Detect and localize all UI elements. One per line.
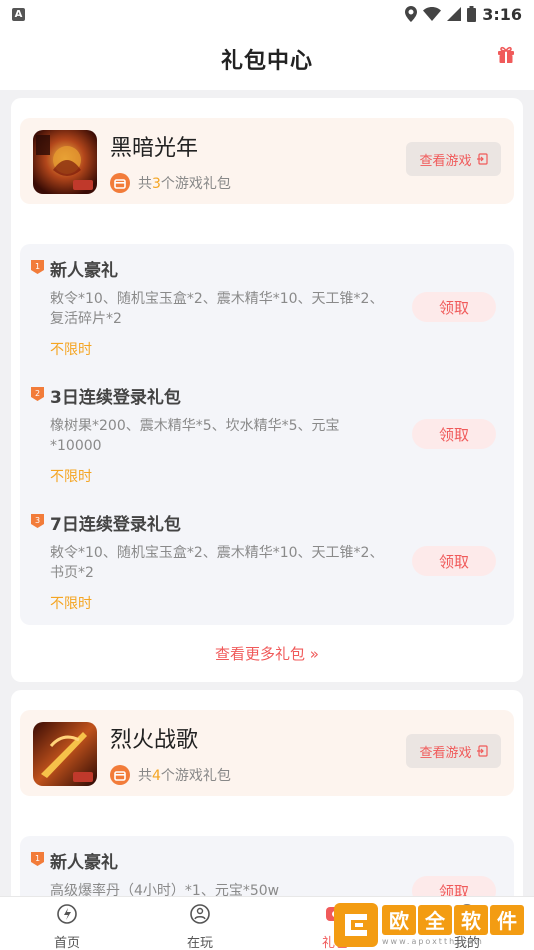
gift-count: 共3个游戏礼包 (110, 173, 231, 193)
gift-contents: 敕令*10、随机宝玉盒*2、震木精华*10、天工锥*2、书页*2 (50, 545, 384, 581)
page-header: 礼包中心 (0, 28, 534, 90)
battery-icon (467, 6, 477, 22)
gift-contents: 敕令*10、随机宝玉盒*2、震木精华*10、天工锥*2、复活碎片*2 (50, 291, 384, 327)
gift-bag-icon (110, 173, 130, 193)
game-icon[interactable] (33, 130, 97, 194)
gift-bag-icon (110, 765, 130, 785)
claim-button[interactable]: 领取 (412, 546, 496, 576)
claim-button[interactable]: 领取 (412, 876, 496, 896)
view-game-button[interactable]: 查看游戏 (406, 734, 501, 768)
gift-item: 3 7日连续登录礼包 敕令*10、随机宝玉盒*2、震木精华*10、天工锥*2、书… (20, 498, 514, 625)
tab-home[interactable]: 首页 (32, 903, 102, 950)
svg-text:1: 1 (35, 262, 40, 271)
gift-list: 1 新人豪礼 高级爆率丹（4小时）*1、元宝*50w 领取 (20, 836, 514, 896)
play-icon (190, 904, 210, 924)
svg-text:1: 1 (35, 854, 40, 863)
notification-icon: A (12, 7, 25, 21)
gift-count: 共4个游戏礼包 (110, 765, 231, 785)
svg-text:2: 2 (35, 389, 40, 398)
tab-playing[interactable]: 在玩 (165, 903, 235, 950)
gift-item: 2 3日连续登录礼包 橡树果*200、震木精华*5、坎水精华*5、元宝*1000… (20, 371, 514, 498)
game-name[interactable]: 黑暗光年 (110, 130, 198, 162)
watermark: 欧 全 软 件 www.apoxtth.com (334, 900, 534, 950)
enter-icon (476, 153, 488, 165)
clock: 3:16 (482, 4, 522, 24)
gift-list: 1 新人豪礼 敕令*10、随机宝玉盒*2、震木精华*10、天工锥*2、复活碎片*… (20, 244, 514, 625)
gift-validity: 不限时 (50, 596, 92, 612)
gift-name: 新人豪礼 (50, 261, 118, 281)
game-name[interactable]: 烈火战歌 (110, 722, 198, 754)
more-gifts-link[interactable]: 查看更多礼包 » (11, 643, 523, 664)
rank-badge-icon: 1 (31, 852, 44, 866)
claim-button[interactable]: 领取 (412, 419, 496, 449)
home-icon (57, 904, 77, 924)
gift-item: 1 新人豪礼 敕令*10、随机宝玉盒*2、震木精华*10、天工锥*2、复活碎片*… (20, 244, 514, 371)
rank-badge-icon: 2 (31, 387, 44, 401)
gift-name: 7日连续登录礼包 (50, 515, 181, 535)
view-game-button[interactable]: 查看游戏 (406, 142, 501, 176)
page-title: 礼包中心 (220, 49, 313, 74)
signal-icon (447, 7, 462, 21)
gift-name: 3日连续登录礼包 (50, 388, 181, 408)
game-header: 黑暗光年 共3个游戏礼包 查看游戏 (20, 118, 514, 204)
gift-center-list[interactable]: 黑暗光年 共3个游戏礼包 查看游戏 1 新人豪礼 敕令*10、随机宝玉盒*2、震… (0, 90, 534, 896)
game-icon[interactable] (33, 722, 97, 786)
svg-text:3: 3 (35, 516, 40, 525)
game-card: 黑暗光年 共3个游戏礼包 查看游戏 1 新人豪礼 敕令*10、随机宝玉盒*2、震… (11, 98, 523, 682)
location-icon (405, 6, 418, 22)
game-card: 烈火战歌 共4个游戏礼包 查看游戏 1 新人豪礼 高级爆率丹（4小时）*1、元宝… (11, 690, 523, 896)
gift-contents: 橡树果*200、震木精华*5、坎水精华*5、元宝*10000 (50, 418, 340, 454)
status-bar: A 3:16 (0, 0, 534, 28)
gift-contents: 高级爆率丹（4小时）*1、元宝*50w (50, 883, 280, 896)
watermark-logo (334, 903, 378, 947)
enter-icon (476, 745, 488, 757)
claim-button[interactable]: 领取 (412, 292, 496, 322)
wifi-icon (423, 7, 442, 21)
gift-icon[interactable] (496, 44, 516, 64)
game-header: 烈火战歌 共4个游戏礼包 查看游戏 (20, 710, 514, 796)
gift-item: 1 新人豪礼 高级爆率丹（4小时）*1、元宝*50w 领取 (20, 836, 514, 896)
gift-name: 新人豪礼 (50, 853, 118, 873)
rank-badge-icon: 3 (31, 514, 44, 528)
rank-badge-icon: 1 (31, 260, 44, 274)
gift-validity: 不限时 (50, 469, 92, 485)
gift-validity: 不限时 (50, 342, 92, 358)
